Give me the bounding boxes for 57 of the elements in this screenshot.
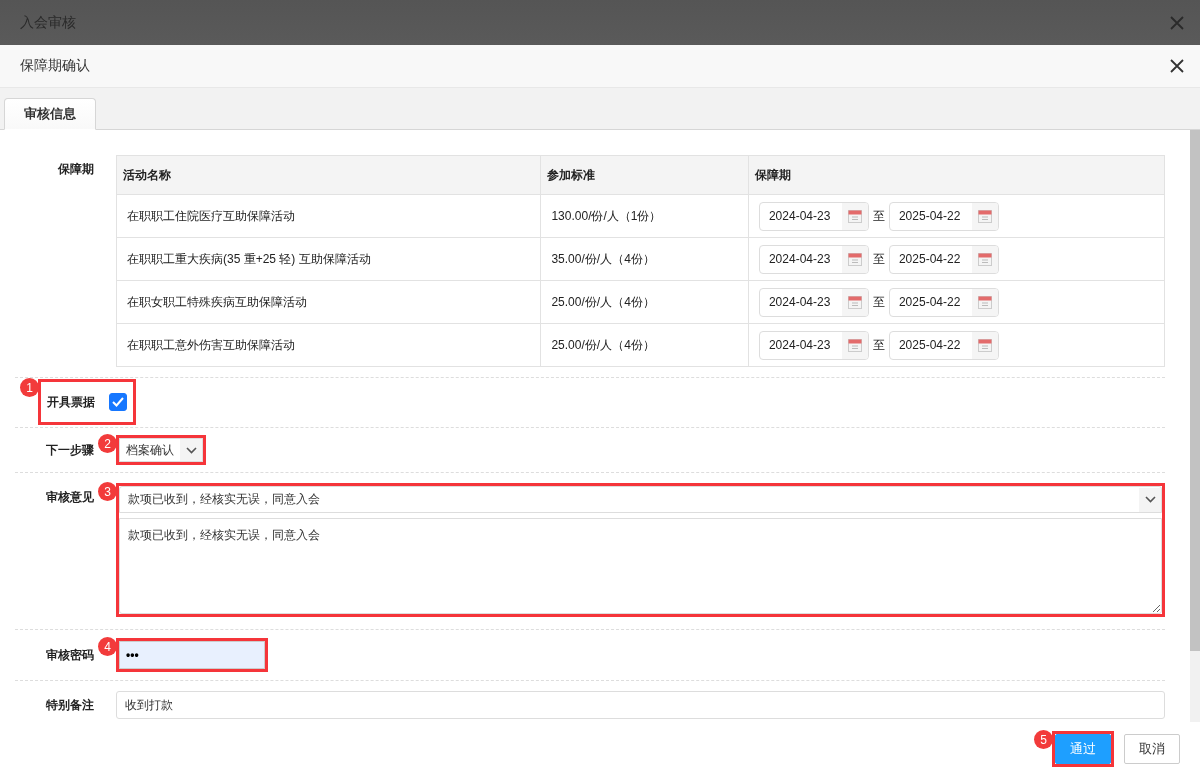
- table-cell: 130.00/份/人（1份）: [540, 194, 749, 238]
- checkbox[interactable]: [109, 393, 127, 411]
- range-separator: 至: [872, 336, 885, 354]
- column-header: 保障期: [748, 155, 1165, 195]
- range-separator: 至: [872, 293, 885, 311]
- calendar-icon: [977, 209, 992, 223]
- range-separator: 至: [872, 250, 885, 268]
- table-cell: 在职职工住院医疗互助保障活动: [116, 194, 541, 238]
- date-field[interactable]: 2025-04-22: [888, 287, 999, 317]
- password-field[interactable]: •••: [119, 641, 265, 669]
- table-cell: 25.00/份/人（4份）: [540, 280, 749, 324]
- calendar-icon: [977, 295, 992, 309]
- table-cell: 在职职工意外伤害互助保障活动: [116, 323, 541, 367]
- field-label: 保障期: [58, 161, 94, 178]
- step-select[interactable]: 档案确认: [119, 438, 203, 462]
- field-label: 审核密码: [46, 646, 94, 664]
- date-field[interactable]: 2025-04-22: [888, 201, 999, 231]
- column-header: 参加标准: [540, 155, 749, 195]
- date-field[interactable]: 2025-04-22: [888, 244, 999, 274]
- field-label: 开具票据: [47, 393, 95, 411]
- callout-badge: 3: [98, 482, 117, 501]
- column-header: 活动名称: [116, 155, 541, 195]
- table-cell: 25.00/份/人（4份）: [540, 323, 749, 367]
- date-field[interactable]: 2024-04-23: [758, 330, 869, 360]
- remark-field[interactable]: 收到打款: [116, 691, 1165, 719]
- callout-badge: 5: [1034, 730, 1053, 749]
- cancel-button[interactable]: 取消: [1124, 734, 1180, 764]
- calendar-icon: [847, 295, 862, 309]
- calendar-icon: [847, 252, 862, 266]
- calendar-icon: [847, 209, 862, 223]
- date-field[interactable]: 2024-04-23: [758, 244, 869, 274]
- close-icon: [1170, 15, 1184, 30]
- calendar-icon: [977, 252, 992, 266]
- date-field[interactable]: 2024-04-23: [758, 201, 869, 231]
- scrollbar[interactable]: [1190, 130, 1200, 722]
- callout-badge: 1: [20, 378, 39, 397]
- opinion-textarea[interactable]: 款项已收到，经核实无误，同意入会: [119, 518, 1162, 614]
- range-separator: 至: [872, 207, 885, 225]
- callout-badge: 2: [98, 434, 117, 453]
- table-cell: 在职职工重大疾病(35 重+25 轻) 互助保障活动: [116, 237, 541, 281]
- tab[interactable]: 审核信息: [4, 98, 96, 130]
- field-label: 特别备注: [46, 696, 94, 714]
- calendar-icon: [977, 338, 992, 352]
- table-cell: 在职女职工特殊疾病互助保障活动: [116, 280, 541, 324]
- opinion-combo[interactable]: 款项已收到，经核实无误，同意入会: [119, 486, 1162, 513]
- chevron-down-icon: [1144, 496, 1156, 503]
- close-button[interactable]: [1168, 57, 1186, 75]
- dialog-title: 保障期确认: [20, 57, 90, 75]
- field-label: 下一步骤: [46, 441, 94, 459]
- calendar-icon: [847, 338, 862, 352]
- callout-badge: 4: [98, 637, 117, 656]
- close-icon: [1170, 59, 1184, 73]
- date-field[interactable]: 2024-04-23: [758, 287, 869, 317]
- table-cell: 35.00/份/人（4份）: [540, 237, 749, 281]
- date-field[interactable]: 2025-04-22: [888, 330, 999, 360]
- chevron-down-icon: [185, 446, 197, 454]
- field-label: 审核意见: [46, 489, 94, 506]
